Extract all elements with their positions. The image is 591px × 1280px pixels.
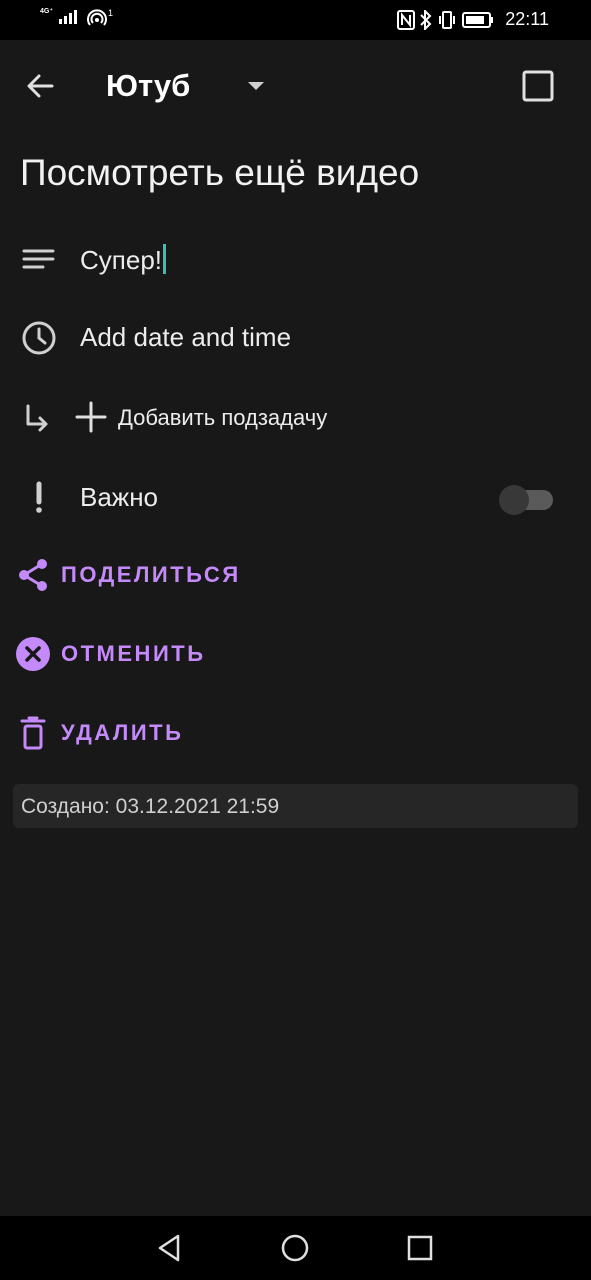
- clock-icon: [22, 321, 56, 355]
- nfc-icon: [397, 9, 416, 30]
- battery-icon: [462, 11, 494, 28]
- share-button[interactable]: ПОДЕЛИТЬСЯ: [0, 544, 300, 604]
- subdirectory-arrow-icon: [26, 404, 48, 432]
- note-field[interactable]: Супер!: [80, 244, 166, 276]
- cancel-button[interactable]: ОТМЕНИТЬ: [0, 623, 300, 683]
- share-label: ПОДЕЛИТЬСЯ: [61, 562, 241, 587]
- triangle-down-icon[interactable]: [245, 78, 267, 94]
- task-title[interactable]: Посмотреть ещё видео: [20, 152, 419, 194]
- vibrate-icon: [439, 10, 456, 29]
- app-bar: Ютуб: [0, 40, 591, 132]
- hotspot-count: 1: [108, 8, 114, 18]
- important-row: Важно: [0, 466, 591, 526]
- note-text: Супер!: [80, 245, 162, 275]
- text-cursor: [163, 244, 166, 274]
- note-row[interactable]: Супер!: [0, 228, 591, 288]
- network-type: 4G⁺: [40, 8, 54, 15]
- status-right: 22:11: [397, 9, 549, 30]
- close-circle-icon: [16, 637, 50, 671]
- created-info: Создано: 03.12.2021 21:59: [13, 784, 578, 828]
- date-label: Add date and time: [80, 322, 292, 352]
- cancel-label: ОТМЕНИТЬ: [61, 641, 206, 666]
- add-subtask-label[interactable]: Добавить подзадачу: [118, 405, 327, 431]
- subtask-row[interactable]: Добавить подзадачу: [0, 386, 591, 446]
- clock: 22:11: [505, 9, 549, 29]
- exclamation-icon: [36, 481, 42, 513]
- signal-icon: [59, 10, 78, 24]
- bluetooth-icon: [420, 9, 432, 30]
- delete-label: УДАЛИТЬ: [61, 720, 184, 745]
- important-label: Важно: [80, 482, 159, 512]
- important-toggle[interactable]: [499, 484, 555, 515]
- checkbox-empty-icon[interactable]: [520, 68, 556, 104]
- status-left: 4G⁺ 1: [40, 8, 113, 28]
- recents-square-icon[interactable]: [402, 1230, 438, 1266]
- status-bar: 4G⁺ 1 22:11: [0, 0, 591, 40]
- home-circle-icon[interactable]: [277, 1230, 313, 1266]
- plus-icon[interactable]: [74, 400, 108, 434]
- arrow-left-icon[interactable]: [20, 66, 60, 106]
- hotspot-icon: [87, 9, 107, 26]
- date-row[interactable]: Add date and time: [0, 306, 591, 366]
- notes-lines-icon: [22, 249, 55, 269]
- created-text: Создано: 03.12.2021 21:59: [21, 795, 280, 818]
- toggle-thumb: [499, 485, 529, 515]
- delete-button[interactable]: УДАЛИТЬ: [0, 702, 300, 762]
- list-name[interactable]: Ютуб: [106, 68, 190, 104]
- system-nav-bar: [0, 1216, 591, 1280]
- trash-icon: [20, 716, 46, 750]
- share-icon: [19, 559, 47, 591]
- back-triangle-icon[interactable]: [152, 1230, 188, 1266]
